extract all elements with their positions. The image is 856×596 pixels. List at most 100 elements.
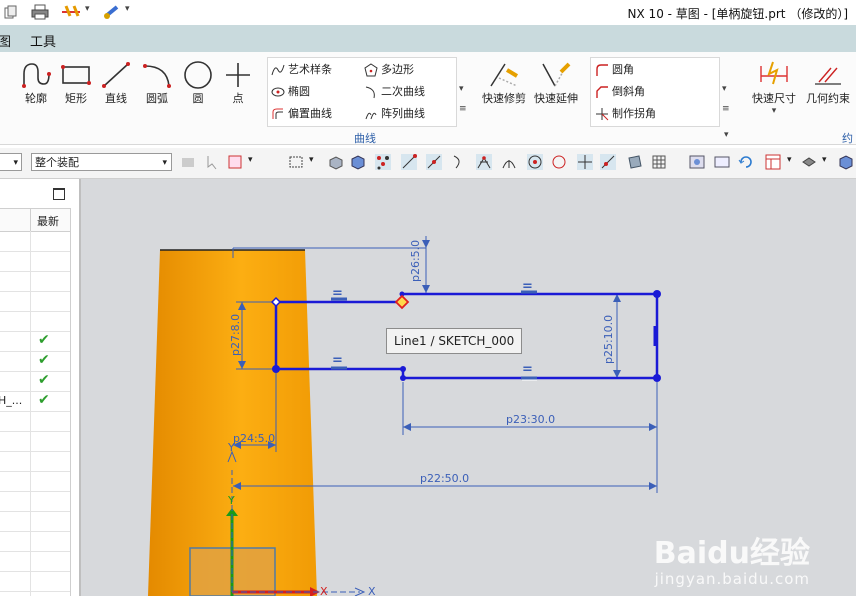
list-item[interactable] [0, 251, 70, 272]
profile-label: 轮廓 [25, 92, 47, 105]
profile-button[interactable]: 轮廓 [18, 60, 54, 106]
list-item[interactable] [0, 571, 70, 592]
chamfer-button[interactable]: 倒斜角 [595, 83, 645, 99]
assembly-scope-dropdown[interactable]: 整个装配 ▾ [31, 153, 172, 171]
gallery-dropdown-icon[interactable]: ▾ [459, 84, 464, 94]
list-item[interactable] [0, 471, 70, 492]
existing-point-icon[interactable] [577, 154, 593, 170]
point-button[interactable]: 点 [220, 60, 256, 106]
list-item[interactable] [0, 231, 70, 252]
quick-extend-button[interactable]: 快速延伸 [532, 60, 580, 106]
menu-item-view[interactable]: 图 [0, 31, 11, 50]
list-item[interactable] [0, 431, 70, 452]
chevron-down-icon[interactable]: ▾ [787, 155, 792, 165]
intersection-point-icon[interactable] [476, 154, 492, 170]
latest-column-header[interactable]: 最新 [37, 213, 59, 229]
layout-icon[interactable] [765, 154, 781, 170]
quadrant-point-icon[interactable] [551, 154, 567, 170]
graphics-window[interactable]: X X Y Y = = = = p26:5.0 p27:8.0 p25:10.0… [81, 179, 856, 596]
control-point-icon[interactable] [451, 154, 467, 170]
grid-point-icon[interactable] [651, 154, 667, 170]
ellipse-button[interactable]: 椭圆 [271, 83, 310, 99]
baidu-watermark: Baidu经验 jingyan.baidu.com [654, 538, 810, 589]
point-on-face-icon[interactable] [627, 154, 643, 170]
dimension-p26[interactable]: p26:5.0 [409, 240, 422, 282]
fit-view-icon[interactable] [714, 154, 730, 170]
fillet-button[interactable]: 圆角 [595, 61, 634, 77]
rapid-dimension-dropdown-icon[interactable]: ▾ [748, 106, 800, 116]
point-on-curve-icon[interactable] [600, 154, 616, 170]
type-filter-dropdown[interactable]: ▾ [0, 153, 22, 171]
list-item[interactable] [0, 451, 70, 472]
dimension-p27[interactable]: p27:8.0 [229, 314, 242, 356]
component-filter-icon[interactable] [180, 154, 196, 170]
polygon-button[interactable]: 多边形 [364, 61, 414, 77]
list-item[interactable] [0, 551, 70, 572]
rectangle-button[interactable]: 矩形 [58, 60, 94, 106]
print-icon[interactable] [31, 4, 49, 20]
dimension-p23[interactable]: p23:30.0 [506, 413, 555, 426]
corner-more-icon[interactable]: ≡ [722, 104, 730, 114]
dimension-p22[interactable]: p22:50.0 [420, 472, 469, 485]
shaded-cube-icon[interactable] [838, 154, 854, 170]
group-expand-icon[interactable]: ▾ [724, 130, 729, 140]
studio-spline-button[interactable]: 艺术样条 [271, 61, 332, 77]
maximize-icon[interactable] [53, 188, 65, 200]
chevron-down-icon[interactable]: ▾ [85, 4, 90, 14]
chevron-down-icon[interactable]: ▾ [309, 155, 314, 165]
circle-button[interactable]: 圆 [180, 60, 216, 106]
arc-button[interactable]: 圆弧 [139, 60, 175, 106]
pattern-curve-button[interactable]: 阵列曲线 [364, 105, 425, 121]
list-item[interactable]: ✔ [0, 351, 70, 372]
list-item[interactable] [0, 491, 70, 512]
ellipse-icon [271, 87, 285, 97]
render-style-icon[interactable] [801, 154, 817, 170]
dimension-tool-icon[interactable] [60, 4, 82, 20]
chevron-down-icon[interactable]: ▾ [248, 155, 253, 165]
select-arrow-icon[interactable] [205, 154, 221, 170]
view-orient-icon[interactable] [689, 154, 705, 170]
offset-curve-button[interactable]: 偏置曲线 [271, 105, 332, 121]
selected-vertex-marker[interactable] [394, 294, 410, 310]
end-point-icon[interactable] [401, 154, 417, 170]
copy-icon[interactable] [4, 5, 18, 19]
list-item[interactable] [0, 411, 70, 432]
dimension-p24[interactable]: p24:5.0 [233, 432, 275, 445]
arc-label: 圆弧 [146, 92, 168, 105]
cube-icon[interactable] [350, 154, 366, 170]
circle-center-icon[interactable] [527, 154, 543, 170]
equal-constraint-marker: = [332, 353, 343, 368]
rotate-view-icon[interactable] [738, 154, 754, 170]
menu-item-tools[interactable]: 工具 [30, 31, 56, 50]
list-item[interactable]: ✔ [0, 331, 70, 352]
list-item[interactable] [0, 291, 70, 312]
pattern-curve-icon [365, 112, 377, 120]
solid-body-icon[interactable] [328, 154, 344, 170]
rectangle-select-icon[interactable] [288, 154, 304, 170]
line-button[interactable]: 直线 [98, 60, 134, 106]
list-item[interactable] [0, 311, 70, 332]
dimension-p25[interactable]: p25:10.0 [602, 315, 615, 364]
mid-point-icon[interactable] [426, 154, 442, 170]
quick-trim-button[interactable]: 快速修剪 [480, 60, 528, 106]
corner-dropdown-icon[interactable]: ▾ [722, 84, 727, 94]
chevron-down-icon[interactable]: ▾ [822, 155, 827, 165]
axis-y-label: Y [227, 494, 235, 507]
make-corner-button[interactable]: 制作拐角 [595, 105, 656, 121]
select-box-icon[interactable] [227, 154, 243, 170]
gallery-more-icon[interactable]: ≡ [459, 104, 467, 114]
list-item[interactable]: ✔ [0, 371, 70, 392]
list-item[interactable] [0, 511, 70, 532]
chevron-down-icon[interactable]: ▾ [125, 4, 130, 14]
list-item[interactable] [0, 531, 70, 552]
list-item[interactable] [0, 271, 70, 292]
spline-icon [271, 64, 285, 76]
sketch-view[interactable]: X X Y Y = = = = p26:5.0 p27:8.0 p25:10.0… [81, 179, 856, 596]
arc-center-icon[interactable] [501, 154, 517, 170]
brush-icon[interactable] [103, 4, 123, 20]
rapid-dimension-button[interactable]: 快速尺寸 ▾ [748, 60, 800, 116]
snap-points-icon[interactable] [375, 154, 391, 170]
conic-button[interactable]: 二次曲线 [364, 83, 425, 99]
list-item[interactable]: H_... ✔ [0, 391, 70, 412]
geometric-constraints-button[interactable]: 几何约束 [802, 60, 854, 106]
